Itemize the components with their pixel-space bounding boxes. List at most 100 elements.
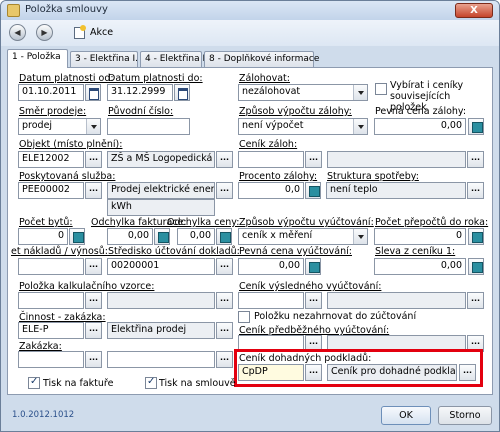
window-title: Položka smlouvy — [25, 4, 108, 15]
cenik-zaloh-label: Ceník záloh: — [239, 139, 298, 150]
stredisko-naklady-input[interactable] — [18, 258, 84, 275]
odchylka-ceny-label: Odchylka ceny: — [167, 217, 240, 228]
smer-label: Směr prodeje: — [19, 106, 87, 117]
procento-input[interactable]: 0,0 — [238, 182, 304, 199]
cenik-zaloh-button[interactable]: ... — [305, 151, 322, 168]
kalk-name — [107, 292, 215, 309]
objekt-code-input[interactable]: ELE12002 — [18, 151, 84, 168]
calculator-icon[interactable] — [305, 258, 321, 275]
zakazka-input[interactable] — [18, 351, 84, 368]
chevron-down-icon — [86, 119, 100, 134]
pevna-vyuct-label: Pevná cena vyúčtování: — [239, 246, 352, 257]
akce-icon[interactable] — [74, 25, 86, 39]
smer-select[interactable]: prodej — [18, 118, 101, 135]
zalohovat-value: nezálohovat — [242, 86, 301, 97]
sluzba-lookup-button[interactable]: ... — [85, 182, 102, 199]
kalk-input[interactable] — [18, 292, 84, 309]
back-button[interactable]: ◀ — [9, 24, 26, 41]
objekt-lookup-button[interactable]: ... — [85, 151, 102, 168]
calendar-icon[interactable] — [85, 84, 101, 101]
version-label: 1.0.2012.1012 — [12, 410, 75, 420]
datum-od-input[interactable]: 01.10.2011 — [18, 84, 84, 101]
cenik-vysl-input[interactable] — [238, 292, 304, 309]
odchylka-ceny-input[interactable]: 0,00 — [177, 228, 215, 245]
smer-value: prodej — [22, 120, 53, 131]
ok-button[interactable]: OK — [381, 406, 431, 425]
calculator-icon[interactable] — [216, 228, 232, 245]
vybirat-checkbox[interactable] — [375, 83, 387, 95]
dialog-window: Položka smlouvy X ◀ ▶ Akce 1 - Položka 3… — [0, 0, 500, 432]
puvodni-input[interactable] — [107, 118, 190, 135]
close-button[interactable]: X — [455, 3, 493, 18]
sluzba-name-button[interactable]: ... — [216, 182, 233, 199]
objekt-label: Objekt (místo plnění): — [19, 139, 123, 150]
zpusob-zalohy-select[interactable]: není výpočet — [238, 118, 368, 135]
zpusob-vyuct-label: Způsob výpočtu vyúčtování: — [239, 217, 374, 228]
stredisko-naklady-button[interactable]: ... — [85, 258, 102, 275]
calculator-icon[interactable] — [468, 258, 484, 275]
pocet-bytu-label: Počet bytů: — [19, 217, 73, 228]
kalk-button[interactable]: ... — [85, 292, 102, 309]
akce-menu[interactable]: Akce — [90, 27, 113, 38]
calculator-icon[interactable] — [154, 228, 170, 245]
zpusob-vyuct-value: ceník x měření — [242, 230, 313, 241]
tab-polozka[interactable]: 1 - Položka — [7, 49, 68, 68]
pevna-zalohy-input[interactable]: 0,00 — [374, 118, 466, 135]
datum-do-input[interactable]: 31.12.2999 — [107, 84, 173, 101]
title-bar: Položka smlouvy X — [1, 1, 499, 20]
cenik-vysl-button[interactable]: ... — [305, 292, 322, 309]
zakazka-button[interactable]: ... — [85, 351, 102, 368]
kalk-name-button[interactable]: ... — [216, 292, 233, 309]
storno-button[interactable]: Storno — [438, 406, 492, 425]
zakazka2-input[interactable] — [107, 351, 215, 368]
stredisko-button[interactable]: ... — [216, 258, 233, 275]
pevna-zalohy-label: Pevná cena zálohy: — [375, 106, 467, 117]
calculator-icon[interactable] — [305, 182, 321, 199]
struktura-value: není teplo — [326, 182, 466, 199]
tisk-smlouva-checkbox[interactable] — [145, 376, 157, 389]
kalk-label: Položka kalkulačního vzorce: — [19, 281, 155, 292]
zalohovat-select[interactable]: nezálohovat — [238, 84, 368, 101]
tab-elektrina-1[interactable]: 3 - Elektřina I. — [70, 51, 138, 67]
sluzba-unit: kWh — [107, 199, 215, 216]
cenik-zaloh-name — [327, 151, 466, 168]
zpusob-vyuct-select[interactable]: ceník x měření — [238, 228, 368, 245]
zalohovat-label: Zálohovat: — [239, 73, 290, 84]
odchylka-fakturace-input[interactable]: 0,00 — [107, 228, 153, 245]
tab-elektrina-2[interactable]: 4 - Elektřina II. — [140, 51, 211, 67]
zpusob-zalohy-value: není výpočet — [242, 120, 304, 131]
calculator-icon[interactable] — [468, 228, 484, 245]
calculator-icon[interactable] — [468, 118, 484, 135]
toolbar: ◀ ▶ Akce — [1, 20, 499, 46]
sleva-input[interactable]: 0,00 — [374, 258, 466, 275]
sluzba-name: Prodej elektrické energie — [107, 182, 215, 199]
cenik-vysl-label: Ceník výsledného vyúčtování: — [239, 281, 382, 292]
objekt-name: ZŠ a MŠ Logopedická — [107, 151, 215, 168]
cinnost-lookup-button[interactable]: ... — [85, 322, 102, 339]
chevron-down-icon — [353, 119, 367, 134]
sluzba-code-input[interactable]: PEE00002 — [18, 182, 84, 199]
cinnost-code-input[interactable]: ELE-P — [18, 322, 84, 339]
tisk-faktura-label: Tisk na faktuře — [43, 378, 114, 389]
struktura-button[interactable]: ... — [467, 182, 484, 199]
cinnost-name: Elektřina prodej — [107, 322, 215, 339]
stredisko-input[interactable]: 00200001 — [107, 258, 215, 275]
tab-doplnkove[interactable]: 8 - Doplňkové informace — [204, 51, 319, 67]
cinnost-name-button[interactable]: ... — [216, 322, 233, 339]
stredisko-label: Středisko účtování dokladů: — [108, 246, 240, 257]
nezahrnovat-checkbox[interactable] — [238, 311, 250, 323]
calculator-icon[interactable] — [69, 228, 85, 245]
cenik-zaloh-input[interactable] — [238, 151, 304, 168]
forward-button[interactable]: ▶ — [36, 24, 53, 41]
pocet-bytu-input[interactable]: 0 — [18, 228, 68, 245]
pocet-prepoctu-input[interactable]: 0 — [374, 228, 466, 245]
cenik-zaloh-name-button[interactable]: ... — [467, 151, 484, 168]
objekt-name-button[interactable]: ... — [216, 151, 233, 168]
zakazka2-button[interactable]: ... — [216, 351, 233, 368]
stredisko-naklady-label: et nákladů / výnosů: — [11, 246, 108, 257]
calendar-icon[interactable] — [174, 84, 190, 101]
pevna-vyuct-input[interactable]: 0,00 — [238, 258, 304, 275]
puvodni-label: Původní číslo: — [108, 106, 174, 117]
tisk-faktura-checkbox[interactable] — [28, 376, 40, 389]
cenik-vysl-name-button[interactable]: ... — [467, 292, 484, 309]
